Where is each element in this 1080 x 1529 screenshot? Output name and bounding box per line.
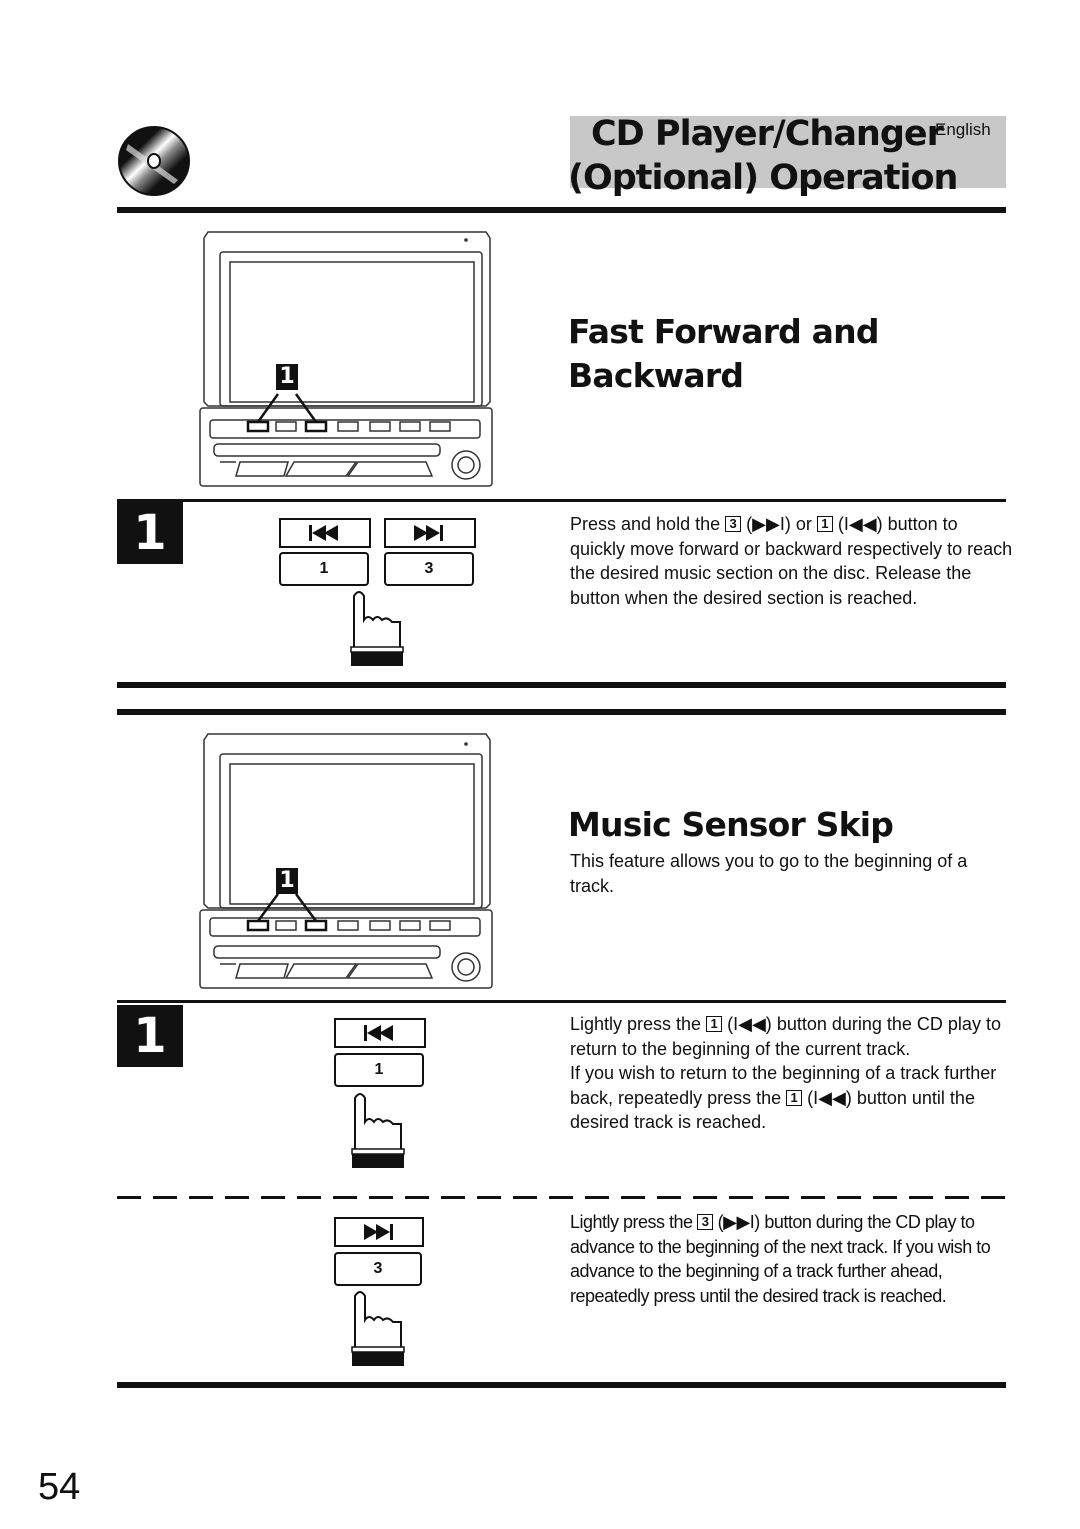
key-1-reference: 1 — [786, 1089, 803, 1106]
section-title-fast-forward: Fast Forward and Backward — [568, 310, 879, 398]
section-start-rule — [117, 709, 1006, 715]
key-3-reference: 3 — [725, 516, 742, 532]
step-1-instructions: Lightly press the 1 (I◀◀) button during … — [570, 1012, 1015, 1135]
skip-back-symbol: (I◀◀) — [727, 1014, 772, 1034]
skip-back-button-label — [334, 1018, 426, 1048]
pressing-finger-icon — [351, 1291, 405, 1366]
key-3-reference: 3 — [697, 1214, 714, 1230]
section-divider — [117, 499, 1006, 502]
head-unit-illustration — [199, 231, 493, 487]
text-segment: or — [795, 514, 812, 534]
step-number: 1 — [117, 502, 183, 564]
step-1-instructions: Press and hold the 3 (▶▶I) or 1 (I◀◀) bu… — [570, 512, 1015, 610]
skip-forward-symbol: (▶▶I) — [746, 514, 791, 534]
section-title-line2: Backward — [568, 356, 744, 395]
skip-forward-symbol: (▶▶I) — [717, 1212, 761, 1232]
section-divider — [117, 1000, 1006, 1003]
text-segment: Lightly press the — [570, 1212, 693, 1232]
page-title-line1: CD Player/Changer — [591, 114, 944, 154]
head-unit-illustration — [199, 733, 493, 989]
skip-back-symbol: (I◀◀) — [837, 514, 883, 534]
callout-badge: 1 — [276, 868, 298, 894]
button-1[interactable]: 1 — [279, 552, 369, 586]
dashed-divider — [117, 1196, 1006, 1199]
pressing-finger-icon — [351, 1093, 405, 1168]
button-3[interactable]: 3 — [334, 1252, 422, 1286]
language-label: English — [935, 120, 991, 139]
section-end-rule — [117, 1382, 1006, 1388]
skip-forward-button-label — [384, 518, 476, 548]
section-title-music-sensor-skip: Music Sensor Skip — [568, 805, 894, 844]
text-segment: Lightly press the — [570, 1014, 702, 1034]
callout-badge: 1 — [276, 364, 298, 390]
step-number: 1 — [117, 1005, 183, 1067]
skip-forward-button-label — [334, 1217, 424, 1247]
section-end-rule — [117, 682, 1006, 688]
text-segment: Press and hold the — [570, 514, 721, 534]
skip-forward-icon — [414, 525, 443, 541]
header-rule — [117, 207, 1006, 213]
section-intro: This feature allows you to go to the beg… — [570, 851, 968, 896]
key-1-reference: 1 — [816, 516, 833, 532]
skip-back-icon — [309, 525, 338, 541]
step-2-instructions: Lightly press the 3 (▶▶I) button during … — [570, 1210, 1010, 1308]
skip-forward-icon — [364, 1224, 393, 1240]
key-1-reference: 1 — [706, 1016, 723, 1032]
page-number: 54 — [38, 1466, 81, 1508]
button-3[interactable]: 3 — [384, 552, 474, 586]
skip-back-button-label — [279, 518, 371, 548]
skip-back-symbol: (I◀◀) — [807, 1087, 852, 1108]
button-1[interactable]: 1 — [334, 1053, 424, 1087]
pressing-finger-icon — [350, 591, 404, 666]
page-title-line2: (Optional) Operation — [568, 158, 958, 198]
compact-disc-icon — [118, 126, 190, 196]
skip-back-icon — [364, 1025, 393, 1041]
section-title-line1: Fast Forward and — [568, 312, 879, 351]
